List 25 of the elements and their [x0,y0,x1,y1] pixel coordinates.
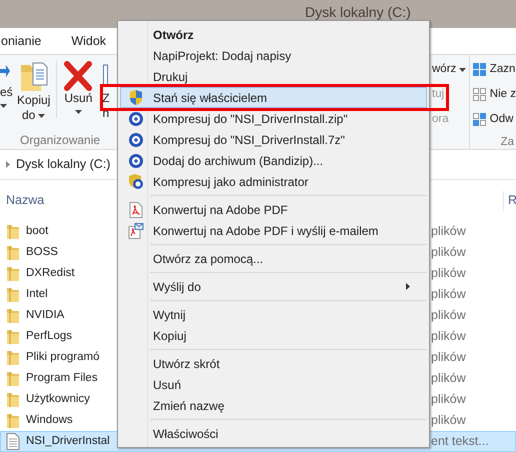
file-type: plików [431,223,467,240]
file-type: plików [431,244,467,262]
group-label: Organizowanie [19,132,102,149]
file-name: BOSS [26,244,58,260]
file-name: NVIDIA [26,308,64,323]
file-type: plików [431,286,467,304]
file-name: DXRedist [26,266,75,281]
window-title: Dysk lokalny (C:) [305,3,411,22]
file-type: plików [431,391,467,408]
file-name: Pliki programó [26,350,100,365]
file-type: plików [431,328,467,346]
file-type: plików [431,349,467,366]
file-type: plików [431,412,467,430]
file-name: NSI_DriverInstal [26,434,110,449]
file-type: plików [431,370,467,388]
group-label: Za [500,136,515,148]
file-type: ent tekst... [431,433,490,450]
file-name: boot [26,224,48,239]
file-name: Windows [26,412,73,428]
file-type: plików [431,307,467,324]
file-name: Intel [26,286,48,302]
file-name: PerfLogs [26,328,72,344]
file-name: Użytkownicy [26,392,90,407]
file-name: Program Files [26,370,98,386]
file-type: plików [431,265,467,282]
